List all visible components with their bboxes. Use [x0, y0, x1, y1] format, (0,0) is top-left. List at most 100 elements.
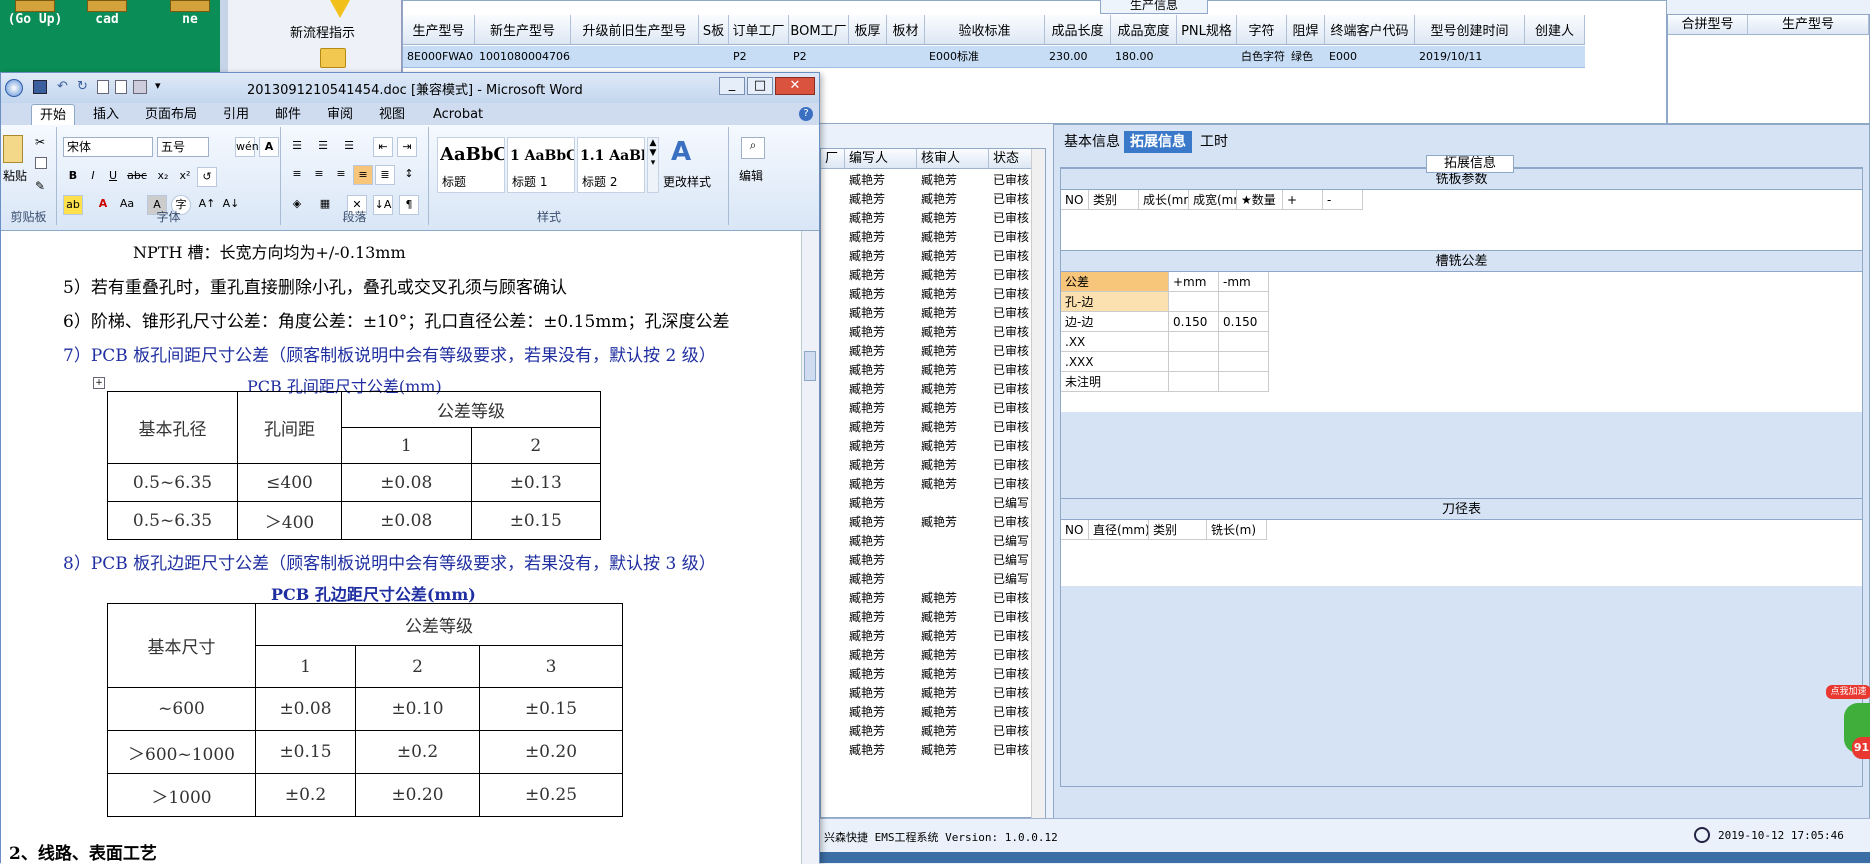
list-item[interactable]: 臧艳芳 臧艳芳 已审核	[821, 169, 1031, 188]
slot-cell[interactable]: 0.150	[1169, 312, 1219, 332]
change-styles-icon[interactable]: A	[671, 137, 691, 167]
align-center-icon[interactable]: ≡	[309, 165, 329, 185]
help-icon[interactable]: ?	[799, 107, 813, 121]
list-item[interactable]: 臧艳芳 臧艳芳 已审核	[821, 359, 1031, 378]
tab-references[interactable]: 引用	[215, 104, 257, 125]
print-icon[interactable]	[133, 80, 147, 94]
tab-insert[interactable]: 插入	[85, 104, 127, 125]
underline-icon[interactable]: U	[103, 167, 123, 187]
top-row-cell[interactable]: P2	[733, 46, 789, 68]
distributed-icon[interactable]: ≣	[375, 165, 395, 185]
top-col-header[interactable]: 验收标准	[925, 15, 1045, 45]
top-col-header[interactable]: BOM工厂	[789, 15, 849, 45]
list-item[interactable]: 臧艳芳 臧艳芳 已审核	[821, 682, 1031, 701]
increase-indent-icon[interactable]: ⇥	[397, 137, 417, 157]
styles-scroll[interactable]: ▲ ▼ ▾	[647, 137, 659, 193]
tool-col[interactable]: NO	[1061, 520, 1089, 540]
save-icon[interactable]	[33, 80, 47, 94]
tab-basic-info[interactable]: 基本信息	[1058, 131, 1126, 153]
format-painter-icon[interactable]: ✎	[35, 179, 45, 193]
slot-col[interactable]: +mm	[1169, 272, 1219, 292]
list-item[interactable]: 臧艳芳 臧艳芳 已审核	[821, 321, 1031, 340]
list-item[interactable]: 臧艳芳 臧艳芳 已审核	[821, 283, 1031, 302]
top-col-header[interactable]: 升级前旧生产型号	[571, 15, 699, 45]
slot-col[interactable]: -mm	[1219, 272, 1269, 292]
office-button-icon[interactable]	[5, 79, 23, 97]
top-col-header[interactable]: 板厚	[849, 15, 887, 45]
qat-dropdown-icon[interactable]: ▾	[155, 79, 161, 92]
list-item[interactable]: 臧艳芳 臧艳芳 已审核	[821, 188, 1031, 207]
tab-home[interactable]: 开始	[31, 104, 76, 125]
style-heading2[interactable]: 1.1 AaBb 标题 2	[577, 137, 645, 193]
strikethrough-icon[interactable]: abc	[127, 167, 147, 187]
tab-page-layout[interactable]: 页面布局	[137, 104, 205, 125]
list-item[interactable]: 臧艳芳 臧艳芳 已审核	[821, 473, 1031, 492]
tab-extended-info[interactable]: 拓展信息	[1124, 131, 1192, 153]
top-row-cell[interactable]: 8E000FWA0	[407, 46, 475, 68]
style-title[interactable]: AaBbC 标题	[437, 137, 505, 193]
justify-icon[interactable]: ≡	[353, 165, 373, 185]
print-preview-icon[interactable]	[115, 80, 127, 94]
slot-cell[interactable]	[1219, 372, 1269, 392]
list-item[interactable]: 臧艳芳 臧艳芳 已审核	[821, 625, 1031, 644]
slot-col[interactable]: 公差	[1061, 272, 1169, 292]
top-row-cell[interactable]: 2019/10/11	[1419, 46, 1525, 68]
top-col-header[interactable]: 新生产型号	[475, 15, 571, 45]
char-border-icon[interactable]: A	[259, 137, 279, 157]
list-scrollbar[interactable]	[1031, 149, 1045, 819]
list-item[interactable]: 臧艳芳 已编写	[821, 549, 1031, 568]
top-row-cell[interactable]: E000	[1329, 46, 1415, 68]
slot-cell[interactable]: 0.150	[1219, 312, 1269, 332]
list-item[interactable]: 臧艳芳 臧艳芳 已审核	[821, 663, 1031, 682]
font-size-select[interactable]: 五号	[157, 137, 209, 157]
scroll-thumb[interactable]	[804, 351, 816, 381]
tool-col[interactable]: 铣长(m)	[1207, 520, 1267, 540]
slot-cell[interactable]: .XXX	[1061, 352, 1169, 372]
italic-icon[interactable]: I	[83, 167, 103, 187]
top-row-cell[interactable]: 白色字符	[1241, 46, 1287, 68]
col-writer[interactable]: 编写人	[845, 149, 917, 169]
slot-cell[interactable]: 边-边	[1061, 312, 1169, 332]
paste-icon[interactable]	[3, 135, 23, 163]
mill-col[interactable]: -	[1323, 190, 1363, 210]
speedup-badge[interactable]: 点我加速	[1826, 685, 1870, 699]
top-row-cell[interactable]	[891, 46, 925, 68]
top-row-cell[interactable]: P2	[793, 46, 849, 68]
slot-cell[interactable]	[1169, 292, 1219, 312]
top-row-cell[interactable]	[575, 46, 699, 68]
maximize-button[interactable]: □	[747, 77, 773, 95]
list-item[interactable]: 臧艳芳 臧艳芳 已审核	[821, 739, 1031, 758]
top-col-header[interactable]: 生产型号	[403, 15, 475, 45]
list-item[interactable]: 臧艳芳 已编写	[821, 568, 1031, 587]
decrease-indent-icon[interactable]: ⇤	[373, 137, 393, 157]
undo-icon[interactable]: ↶	[57, 79, 68, 94]
paste-label[interactable]: 粘贴	[3, 167, 27, 184]
desktop-icon-ne[interactable]: ne	[160, 0, 220, 40]
binoculars-icon[interactable]: ⌕	[741, 137, 765, 159]
document-body[interactable]: NPTH 槽：长宽方向均为+/-0.13mm 5）若有重叠孔时，重孔直接删除小孔…	[1, 231, 801, 864]
col-factory[interactable]: 厂	[821, 149, 845, 169]
top-col-header[interactable]: 阻焊	[1287, 15, 1325, 45]
slot-cell[interactable]	[1219, 292, 1269, 312]
edit-label[interactable]: 编辑	[739, 167, 763, 184]
tab-work-hours[interactable]: 工时	[1194, 131, 1234, 153]
table-move-handle-icon[interactable]: +	[93, 377, 105, 389]
top-col-header[interactable]: 成品宽度	[1111, 15, 1177, 45]
bullets-icon[interactable]: ☰	[287, 137, 307, 157]
list-item[interactable]: 臧艳芳 臧艳芳 已审核	[821, 340, 1031, 359]
mill-col[interactable]: +	[1283, 190, 1323, 210]
align-right-icon[interactable]: ≡	[331, 165, 351, 185]
list-item[interactable]: 臧艳芳 已编写	[821, 492, 1031, 511]
numbering-icon[interactable]: ☰	[313, 137, 333, 157]
top-row-cell[interactable]: E000标准	[929, 46, 1045, 68]
list-item[interactable]: 臧艳芳 臧艳芳 已审核	[821, 511, 1031, 530]
tool-col[interactable]: 直径(mm)	[1089, 520, 1149, 540]
top-row-cell[interactable]: 180.00	[1115, 46, 1177, 68]
phonetic-icon[interactable]: wén	[235, 137, 259, 157]
copy-icon[interactable]	[35, 157, 47, 169]
desktop-icon-go-up[interactable]: (Go Up)	[0, 0, 70, 40]
slot-cell[interactable]	[1219, 352, 1269, 372]
top-col-header[interactable]: 创建人	[1525, 15, 1585, 45]
top-row-cell[interactable]	[703, 46, 729, 68]
top-row-cell[interactable]: 10010800047063	[479, 46, 571, 68]
